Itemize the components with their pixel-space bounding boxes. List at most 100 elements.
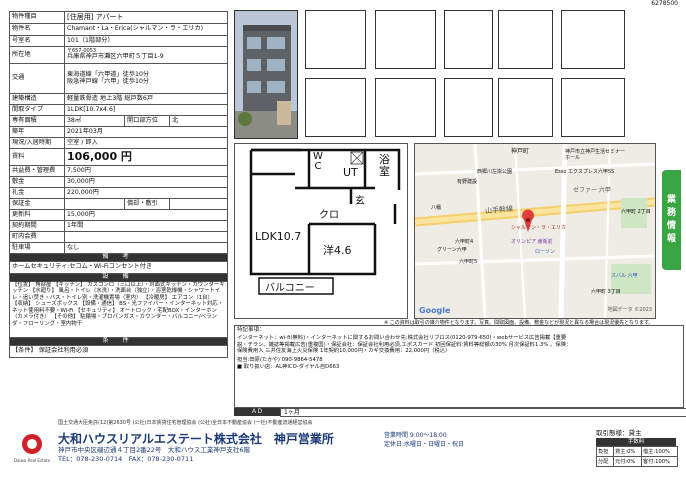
ut-label: UT (343, 166, 358, 179)
direction-value: 北 (169, 115, 228, 127)
room-label: 号室名 (9, 35, 65, 47)
area-label: 専有面積 (9, 115, 65, 127)
photo-slot (498, 10, 553, 69)
license-text: 国土交通大臣免許(12)第2630号 (公社)日本賃貸住宅管理協会 (公社)全日… (58, 420, 313, 426)
traffic-line-2: 阪急神戸線「六甲」徒歩10分 (67, 77, 150, 85)
company-logo: Daiwa Real Estate (12, 432, 52, 468)
notes-line-2: 担当:田原(たかや) 090-9864-5478 (237, 357, 323, 363)
status-label: 現況/入居時期 (9, 137, 65, 149)
fee-header: 手数料 (596, 438, 676, 446)
photo-slot (375, 78, 436, 137)
property-spec-table: 物件種目 [住居用] アパート 物件名 Chamant・La・Erica(シャルマン… (9, 11, 228, 358)
rent-label: 賃料 (9, 148, 65, 166)
name-label: 物件名 (9, 23, 65, 36)
bath-label: 浴 室 (379, 153, 390, 178)
company-address: 神戸市中央区磯辺通４丁目2番22号 大和ハウス工業神戸支社6階 (58, 446, 251, 454)
direction-label: 開口部方位 (124, 115, 170, 127)
keiyaku-value: 1年間 (64, 220, 228, 232)
map-label: シャルマン・ラ・エリカ (511, 225, 567, 231)
photo-slot (375, 10, 436, 69)
notes-line-3: ■ 取り扱い店：AL神ICO-ダイヤル自D663 (237, 364, 340, 370)
equipment-header: 設 備 (9, 273, 228, 282)
koshin-value: 15,000円 (64, 209, 228, 221)
shikikin-label: 敷金 (9, 176, 65, 188)
photo-slot (561, 78, 625, 137)
entrance-label: 玄 (355, 196, 365, 207)
parking-value: なし (64, 242, 228, 254)
location-map[interactable]: 神戸町 神戸市立神戸生活セミナーホール 西郷川左岸公園 Esso エクスプレス六… (414, 143, 656, 319)
fee-cell: 借主:100% (641, 446, 678, 457)
side-tab-char: 務 (666, 207, 676, 218)
photo-slot (305, 10, 366, 69)
naikai-value (64, 231, 228, 243)
koshin-label: 更新料 (9, 209, 65, 221)
company-name: 大和ハウスリアルエステート株式会社 神戸営業所 (58, 432, 334, 446)
built-value: 2021年03月 (64, 126, 228, 138)
conditions-header: 条 件 (9, 337, 228, 346)
layout-value: 1LDK[10.7x4.6] (64, 104, 228, 116)
map-label: ゼファー 六甲 (573, 187, 611, 194)
logo-text: Daiwa Real Estate (13, 458, 51, 463)
area-value: 38㎡ (64, 115, 125, 127)
document-id: 6278500 (651, 0, 678, 7)
fee-cell: 元付:0% (612, 456, 643, 467)
google-logo: Google (419, 306, 451, 315)
map-label: 有野建設 (457, 179, 478, 185)
address-value: 兵庫県神戸市灘区六甲町５丁目1-9 (67, 53, 164, 61)
mgmt-value: 7,500円 (64, 165, 228, 177)
ad-label: ＡＤ (234, 408, 280, 416)
map-credit: 地図データ ©2023 (607, 307, 652, 313)
remarks-header: 備 考 (9, 253, 228, 262)
fee-cell: 客付:100% (641, 456, 678, 467)
side-tab-char: 情 (666, 221, 676, 231)
structure-value: 軽量鉄骨造 地上3階 総戸数6戸 (64, 93, 228, 105)
map-label: グリーン六甲 (437, 247, 467, 253)
business-hours: 営業時間 9:00～18:00 (384, 432, 447, 439)
building-photo (234, 10, 298, 139)
shikikin-value: 30,000円 (64, 176, 228, 188)
parking-label: 駐車場 (9, 242, 65, 254)
deal-type: 取引態様：貸主 (596, 429, 642, 437)
holidays: 定休日:水曜日・日曜日・祝日 (384, 441, 465, 448)
photo-slot (444, 78, 493, 137)
fee-cell: 分配 (596, 456, 614, 467)
fee-cell: 負担 (596, 446, 614, 457)
map-label: 六甲町4 (455, 239, 474, 245)
wc-label: W C (313, 151, 323, 172)
rent-value: 106,000 円 (64, 148, 228, 166)
map-label: 八幡 (431, 205, 442, 211)
room-value: 101（1階部分） (64, 35, 228, 47)
special-notes-box: 特記事項： インターネット：wi-fi(無料)・インターネットに関するお問い合わ… (234, 325, 684, 408)
map-label: ローソン (535, 249, 556, 255)
closet-label: クロ (319, 210, 339, 221)
map-label: Esso エクスプレス六甲SS (555, 169, 615, 175)
map-label: 神戸町 (511, 148, 530, 155)
name-value: Chamant・La・Erica(シャルマン・ラ・エリカ) (64, 23, 228, 36)
remarks-text: ホームセキュリティ:セコム・Wi-Fiコンセント付き (9, 261, 228, 274)
balcony-label: バルコニー (265, 283, 315, 294)
western-room-label: 洋4.6 (323, 244, 352, 257)
built-label: 築年 (9, 126, 65, 138)
ad-value: 1ヶ月 (280, 408, 686, 417)
photo-slot (444, 10, 493, 69)
map-label: スバル 六甲 (611, 273, 638, 279)
structure-label: 建築構造 (9, 93, 65, 105)
hoshokin-label: 保証金 (9, 198, 65, 210)
map-label: 六甲町 2丁目 (621, 209, 651, 215)
business-info-tab[interactable]: 業 務 情 報 (662, 170, 681, 270)
map-label: 西郷川左岸公園 (477, 169, 513, 175)
type-value: [住居用] アパート (64, 11, 228, 24)
photo-slot (305, 78, 366, 137)
status-value: 空室 / 即入 (64, 137, 228, 149)
photo-slot (498, 78, 553, 137)
notes-line-1: インターネット：wi-fi(無料)・インターネットに関するお問い合わせ先:株式会… (237, 335, 572, 355)
side-tab-char: 報 (666, 234, 676, 245)
map-label: 六甲町5 (459, 259, 478, 265)
reikin-label: 礼金 (9, 187, 65, 199)
fee-table: 負担 貸主:0% 借主:100% 分配 元付:0% 客付:100% (596, 446, 678, 467)
conditions-text: 【条件】 保証会社利用必須 (9, 345, 228, 358)
traffic-label: 交通 (9, 63, 65, 94)
mgmt-label: 共益費・管理費 (9, 165, 65, 177)
address-label: 所在地 (9, 46, 65, 64)
notes-header: 特記事項： (237, 327, 265, 333)
